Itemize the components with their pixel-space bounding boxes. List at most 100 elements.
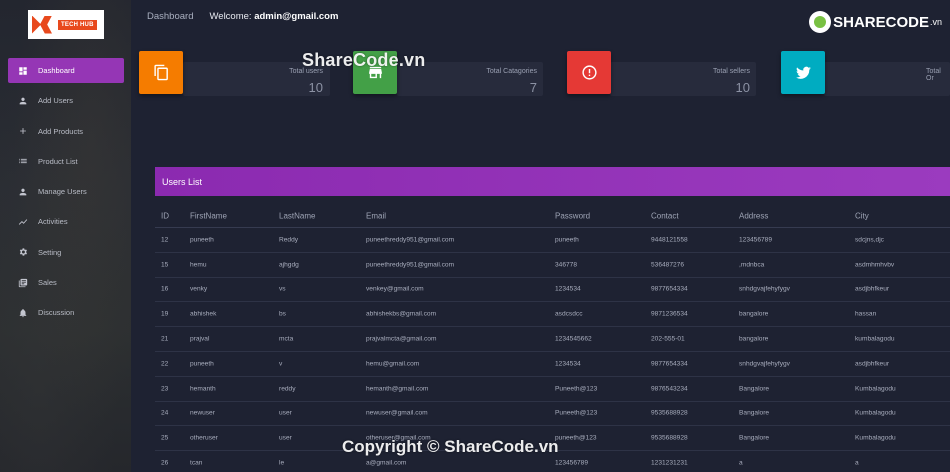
sidebar-item-label: Manage Users <box>38 187 87 197</box>
column-header[interactable]: Password <box>555 211 590 220</box>
table-row[interactable]: 24 newuser user newuser@gmail.com Puneeth@12… <box>155 402 950 427</box>
sidebar-item-label: Add Users <box>38 96 74 106</box>
stat-card-value: 10 <box>735 80 750 95</box>
table-cell: bangalore <box>739 310 769 318</box>
info-icon <box>581 65 597 80</box>
watermark-top: ShareCode.vn <box>302 50 426 70</box>
stat-card-sellers-icon <box>567 51 611 94</box>
breadcrumb[interactable]: Dashboard <box>147 11 193 22</box>
table-cell: 26 <box>161 459 169 467</box>
table-row[interactable]: 21 prajval mcta prajvalmcta@gmail.com 123454… <box>155 327 950 352</box>
brand-logo-icon <box>809 11 832 33</box>
table-cell: 9535688928 <box>651 409 688 417</box>
table-cell: sdcjns,djc <box>855 236 884 244</box>
table-row[interactable]: 23 hemanth reddy hemanth@gmail.com Puneeth@1… <box>155 377 950 402</box>
table-cell: asdmhmhvbv <box>855 261 895 269</box>
table-header-row: ID FirstName LastName Email Password Con… <box>155 204 950 228</box>
table-cell: prajvalmcta@gmail.com <box>366 335 437 343</box>
table-cell: newuser@gmail.com <box>366 409 428 417</box>
sidebar-item-label: Add Products <box>38 126 84 136</box>
table-cell: 1231231231 <box>651 459 688 467</box>
table-cell: newuser <box>190 409 215 417</box>
sidebar-item-dashboard[interactable]: Dashboard <box>8 58 124 83</box>
welcome-user: admin@gmail.com <box>254 10 339 22</box>
table-cell: Reddy <box>279 236 299 244</box>
table-cell: puneeth <box>190 360 214 368</box>
sidebar-item-add-products[interactable]: Add Products <box>8 119 124 144</box>
sidebar-item-label: Discussion <box>38 308 75 318</box>
table-row[interactable]: 15 hemu ajhgdg puneethreddy951@gmail.com 346… <box>155 253 950 278</box>
column-header[interactable]: Contact <box>651 211 679 220</box>
table-cell: 15 <box>161 261 169 269</box>
table-cell: asdjbhfkeur <box>855 360 890 368</box>
table-cell: Kumbalagodu <box>855 409 896 417</box>
table-cell: puneeth@123 <box>555 434 597 442</box>
bell-icon <box>18 308 28 318</box>
table-cell: Bangalore <box>739 434 770 442</box>
sidebar-item-label: Product List <box>38 156 78 166</box>
table-cell: 346778 <box>555 261 578 269</box>
users-list-header: Users List <box>155 167 950 196</box>
table-cell: reddy <box>279 385 296 393</box>
table-row[interactable]: 12 puneeth Reddy puneethreddy951@gmail.com p… <box>155 228 950 253</box>
table-cell: 16 <box>161 285 169 293</box>
table-cell: 1234534 <box>555 285 581 293</box>
table-cell: ,mdnbca <box>739 261 765 269</box>
table-cell: puneethreddy951@gmail.com <box>366 236 455 244</box>
table-cell: 24 <box>161 409 169 417</box>
column-header[interactable]: LastName <box>279 211 315 220</box>
sidebar: TECH HUB Dashboard Add Users Add Product… <box>0 0 131 472</box>
dashboard-icon <box>18 66 28 76</box>
table-cell: hemanth <box>190 385 216 393</box>
table-cell: hemanth@gmail.com <box>366 385 429 393</box>
gear-icon <box>18 247 28 257</box>
table-cell: Puneeth@123 <box>555 409 598 417</box>
table-row[interactable]: 16 venky vs venkey@gmail.com 1234534 98776543… <box>155 278 950 303</box>
table-cell: 22 <box>161 360 169 368</box>
stat-card-users-icon <box>139 51 183 94</box>
watermark-bottom: Copyright © ShareCode.vn <box>342 437 559 456</box>
column-header[interactable]: City <box>855 211 869 220</box>
stat-card-orders-icon <box>781 51 825 94</box>
table-cell: mcta <box>279 335 294 343</box>
table-cell: abhishek <box>190 310 217 318</box>
plus-icon <box>18 126 28 136</box>
table-cell: Bangalore <box>739 385 770 393</box>
sidebar-item-discussion[interactable]: Discussion <box>8 300 124 325</box>
brand-name: SHARECODE <box>833 13 929 31</box>
table-cell: hassan <box>855 310 877 318</box>
column-header[interactable]: Email <box>366 211 386 220</box>
stat-card-value: 10 <box>308 80 323 95</box>
sidebar-item-sales[interactable]: Sales <box>8 270 124 295</box>
table-cell: bs <box>279 310 286 318</box>
sidebar-item-manage-users[interactable]: Manage Users <box>8 179 124 204</box>
logo[interactable]: TECH HUB <box>28 10 104 39</box>
sidebar-item-label: Dashboard <box>38 66 75 75</box>
sidebar-item-label: Sales <box>38 278 57 288</box>
sidebar-item-setting[interactable]: Setting <box>8 240 124 265</box>
sidebar-nav: Dashboard Add Users Add Products Product… <box>8 58 124 331</box>
table-cell: 1234545662 <box>555 335 592 343</box>
copy-icon <box>153 64 168 81</box>
table-cell: 9448121558 <box>651 236 688 244</box>
column-header[interactable]: ID <box>161 211 169 220</box>
column-header[interactable]: Address <box>739 211 768 220</box>
sidebar-item-add-users[interactable]: Add Users <box>8 88 124 113</box>
table-cell: Kumbalagodu <box>855 434 896 442</box>
table-cell: puneeth <box>190 236 214 244</box>
table-cell: Bangalore <box>739 409 770 417</box>
table-cell: 25 <box>161 434 169 442</box>
table-cell: venky <box>190 285 208 293</box>
table-row[interactable]: 19 abhishek bs abhishekbs@gmail.com asdcsdcc… <box>155 302 950 328</box>
table-cell: a <box>739 459 743 467</box>
table-cell: 9877654334 <box>651 360 688 368</box>
table-cell: tcan <box>190 459 203 467</box>
sidebar-item-product-list[interactable]: Product List <box>8 149 124 174</box>
twitter-icon <box>795 66 811 79</box>
column-header[interactable]: FirstName <box>190 211 227 220</box>
table-cell: asdcsdcc <box>555 310 583 318</box>
welcome-text: Welcome: admin@gmail.com <box>209 11 338 22</box>
table-row[interactable]: 22 puneeth v hemu@gmail.com 1234534 987765433… <box>155 352 950 377</box>
table-cell: 123456789 <box>555 459 589 467</box>
sidebar-item-activities[interactable]: Activities <box>8 209 124 234</box>
